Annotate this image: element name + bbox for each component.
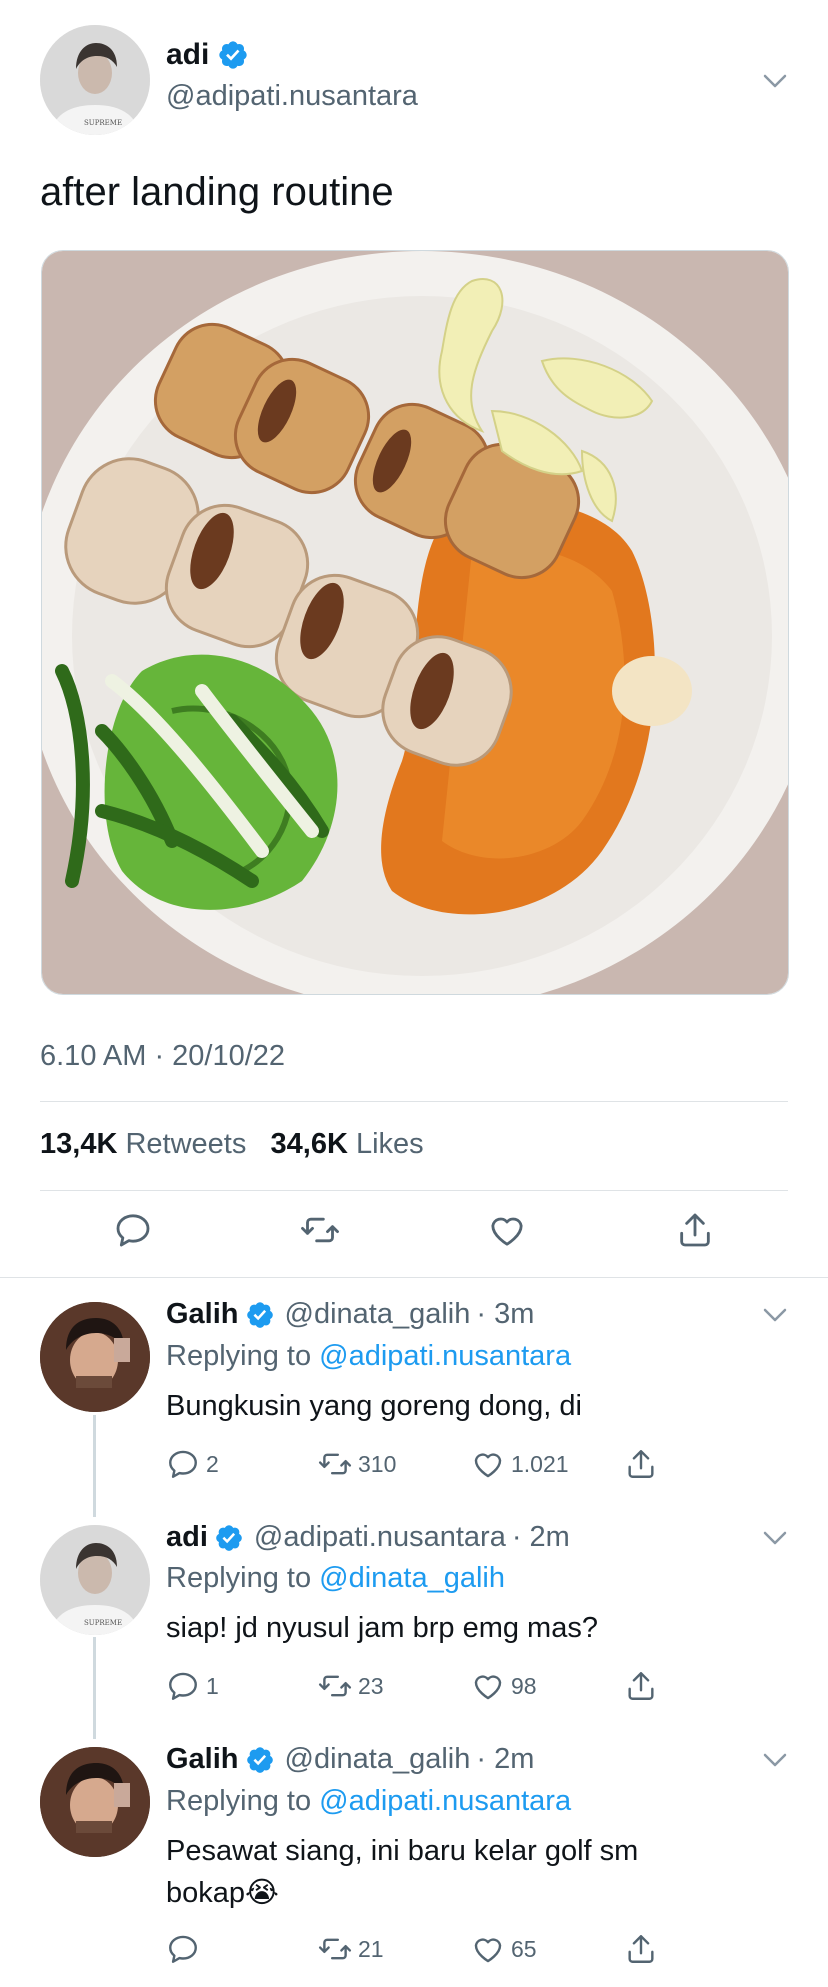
replying-prefix: Replying to <box>166 1785 312 1817</box>
tweet-timestamp[interactable]: 6.10 AM · 20/10/22 <box>40 1040 285 1073</box>
reply-text-line: Pesawat siang, ini baru kelar golf sm <box>166 1835 639 1867</box>
share-icon[interactable] <box>624 1932 658 1966</box>
reply-text-line: bokap😭 <box>166 1877 279 1909</box>
food-photo-image <box>42 251 788 994</box>
reply-time: · 3m <box>476 1298 535 1330</box>
likes-count[interactable]: 34,6K <box>271 1128 348 1160</box>
like-icon[interactable] <box>471 1932 505 1966</box>
likes-label[interactable]: Likes <box>356 1128 424 1160</box>
thread-connector <box>93 1637 96 1739</box>
replying-to-handle[interactable]: @adipati.nusantara <box>319 1785 571 1817</box>
reply-time: · 2m <box>476 1743 535 1775</box>
verified-badge-icon <box>214 1523 244 1553</box>
engagement-stats: 13,4K Retweets 34,6K Likes <box>40 1128 424 1161</box>
crying-emoji: 😭 <box>245 1877 279 1909</box>
reply-text: siap! jd nyusul jam brp emg mas? <box>166 1612 598 1644</box>
replying-prefix: Replying to <box>166 1562 312 1594</box>
chevron-down-icon[interactable] <box>760 1745 790 1775</box>
tweet-photo[interactable] <box>41 250 789 995</box>
retweet-icon[interactable] <box>318 1669 352 1703</box>
verified-badge-icon <box>217 39 249 71</box>
replying-to-line: Replying to @adipati.nusantara <box>166 1785 571 1818</box>
reply-text: Pesawat siang, ini baru kelar golf sm bo… <box>166 1830 786 1914</box>
reply-icon[interactable] <box>166 1932 200 1966</box>
reply-handle[interactable]: @adipati.nusantara <box>254 1521 506 1554</box>
reply-count: 1 <box>206 1672 219 1699</box>
reply-display-name[interactable]: Galih <box>166 1743 239 1776</box>
retweet-icon[interactable] <box>318 1932 352 1966</box>
divider <box>40 1101 788 1102</box>
chevron-down-icon[interactable] <box>760 1300 790 1330</box>
author-handle[interactable]: @adipati.nusantara <box>166 80 418 113</box>
retweet-count: 21 <box>358 1935 384 1962</box>
retweet-icon[interactable] <box>300 1210 340 1250</box>
verified-badge-icon <box>245 1300 275 1330</box>
reply-icon[interactable] <box>166 1669 200 1703</box>
reply-avatar[interactable] <box>40 1747 150 1857</box>
reply-avatar[interactable] <box>40 1525 150 1635</box>
reply-action-bar: 2 310 1.021 <box>166 1447 666 1481</box>
verified-badge-icon <box>245 1745 275 1775</box>
author-display-name-row[interactable]: adi <box>166 38 249 72</box>
share-icon[interactable] <box>624 1447 658 1481</box>
like-count: 65 <box>511 1935 537 1962</box>
replying-to-line: Replying to @adipati.nusantara <box>166 1340 571 1373</box>
reply-display-name[interactable]: Galih <box>166 1298 239 1331</box>
reply-count: 2 <box>206 1450 219 1477</box>
divider <box>0 1277 828 1278</box>
retweets-count[interactable]: 13,4K <box>40 1128 117 1160</box>
retweet-count: 23 <box>358 1672 384 1699</box>
retweet-count: 310 <box>358 1450 397 1477</box>
retweet-icon[interactable] <box>318 1447 352 1481</box>
reply-action-bar: 21 65 <box>166 1932 666 1966</box>
replying-prefix: Replying to <box>166 1340 312 1372</box>
chevron-down-icon[interactable] <box>760 1523 790 1553</box>
reply-avatar[interactable] <box>40 1302 150 1412</box>
reply-display-name[interactable]: adi <box>166 1521 208 1554</box>
tweet-action-bar <box>0 1210 828 1260</box>
replying-to-handle[interactable]: @adipati.nusantara <box>319 1340 571 1372</box>
replying-to-handle[interactable]: @dinata_galih <box>319 1562 505 1594</box>
reply-text: Bungkusin yang goreng dong, di <box>166 1390 582 1422</box>
reply-time: · 2m <box>511 1521 570 1553</box>
like-count: 98 <box>511 1672 537 1699</box>
thread-connector <box>93 1415 96 1517</box>
reply-icon[interactable] <box>113 1210 153 1250</box>
reply-action-bar: 1 23 98 <box>166 1669 666 1703</box>
like-count: 1.021 <box>511 1450 569 1477</box>
retweets-label[interactable]: Retweets <box>125 1128 246 1160</box>
chevron-down-icon[interactable] <box>760 66 790 96</box>
reply-handle[interactable]: @dinata_galih <box>285 1743 471 1776</box>
tweet-text: after landing routine <box>40 170 394 214</box>
author-display-name[interactable]: adi <box>166 38 209 72</box>
like-icon[interactable] <box>487 1210 527 1250</box>
share-icon[interactable] <box>624 1669 658 1703</box>
author-avatar[interactable] <box>40 25 150 135</box>
reply-icon[interactable] <box>166 1447 200 1481</box>
replying-to-line: Replying to @dinata_galih <box>166 1562 505 1595</box>
like-icon[interactable] <box>471 1669 505 1703</box>
divider <box>40 1190 788 1191</box>
share-icon[interactable] <box>675 1210 715 1250</box>
like-icon[interactable] <box>471 1447 505 1481</box>
reply-handle[interactable]: @dinata_galih <box>285 1298 471 1331</box>
